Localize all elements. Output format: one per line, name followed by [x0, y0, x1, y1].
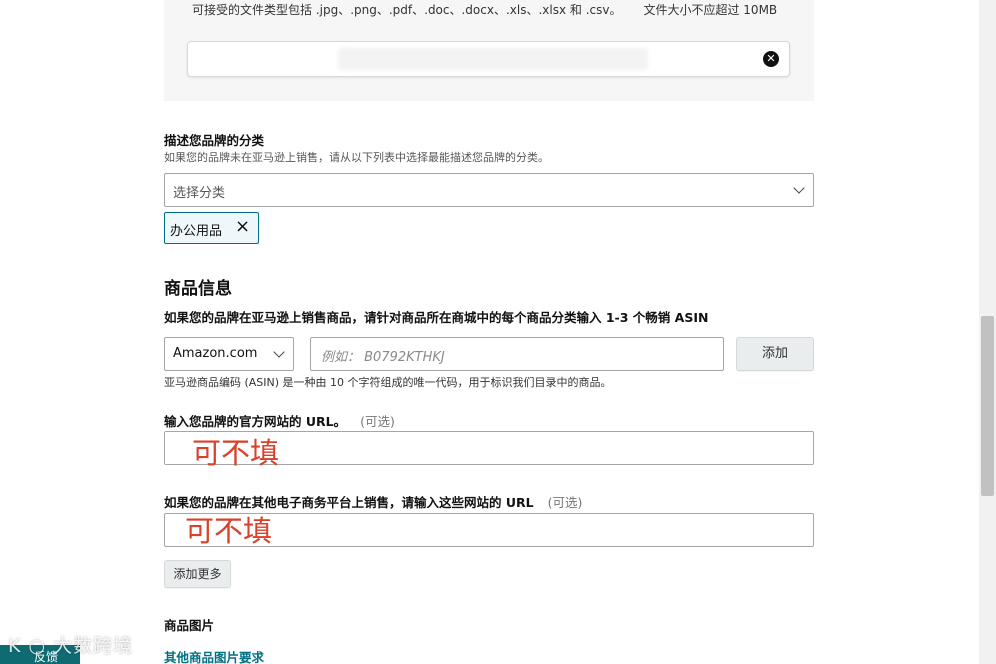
category-label: 描述您品牌的分类	[164, 133, 265, 148]
website-label-text: 输入您品牌的官方网站的 URL。	[164, 414, 347, 429]
chevron-down-icon	[273, 346, 285, 358]
asin-hint: 亚马逊商品编码 (ASIN) 是一种由 10 个字符组成的唯一代码，用于标识我们…	[164, 376, 612, 389]
add-asin-button[interactable]: 添加	[736, 337, 814, 371]
scrollbar-thumb[interactable]	[981, 316, 994, 496]
close-icon[interactable]: ✕	[763, 51, 779, 67]
website-optional: (可选)	[360, 414, 395, 429]
uploaded-file-field[interactable]: ✕	[187, 41, 790, 77]
category-select-placeholder: 选择分类	[173, 186, 226, 201]
remove-tag-icon[interactable]: ×	[235, 216, 250, 237]
website-annotation: 可不填	[192, 436, 280, 470]
upload-hint: 可接受的文件类型包括 .jpg、.png、.pdf、.doc、.docx、.xl…	[192, 1, 777, 18]
file-name-redacted	[338, 48, 648, 70]
other-platforms-annotation: 可不填	[185, 514, 273, 548]
upload-file-size: 文件大小不应超过 10MB	[643, 3, 778, 17]
marketplace-select[interactable]: Amazon.com	[164, 337, 294, 371]
website-label: 输入您品牌的官方网站的 URL。 (可选)	[164, 411, 395, 430]
category-select[interactable]: 选择分类	[164, 173, 814, 207]
asin-input[interactable]: 例如： B0792KTHKJ	[310, 337, 724, 371]
marketplace-value: Amazon.com	[173, 346, 258, 361]
asin-label: 如果您的品牌在亚马逊上销售商品，请针对商品所在商城中的每个商品分类输入 1-3 …	[164, 310, 709, 325]
other-platforms-optional: (可选)	[547, 495, 583, 510]
product-info-title: 商品信息	[164, 279, 232, 299]
product-images-label: 商品图片	[164, 618, 215, 633]
category-hint: 如果您的品牌未在亚马逊上销售，请从以下列表中选择最能描述您品牌的分类。	[164, 151, 549, 164]
asin-placeholder: 例如： B0792KTHKJ	[321, 350, 445, 365]
add-more-button[interactable]: 添加更多	[164, 560, 231, 588]
category-tag-label: 办公用品	[170, 224, 223, 239]
upload-file-types: 可接受的文件类型包括 .jpg、.png、.pdf、.doc、.docx、.xl…	[192, 3, 622, 17]
watermark-logo: K ○ 大数跨境	[8, 635, 134, 657]
category-tag[interactable]: 办公用品 ×	[164, 212, 259, 244]
image-requirements-link[interactable]: 其他商品图片要求	[164, 647, 264, 664]
chevron-down-icon	[793, 182, 805, 194]
